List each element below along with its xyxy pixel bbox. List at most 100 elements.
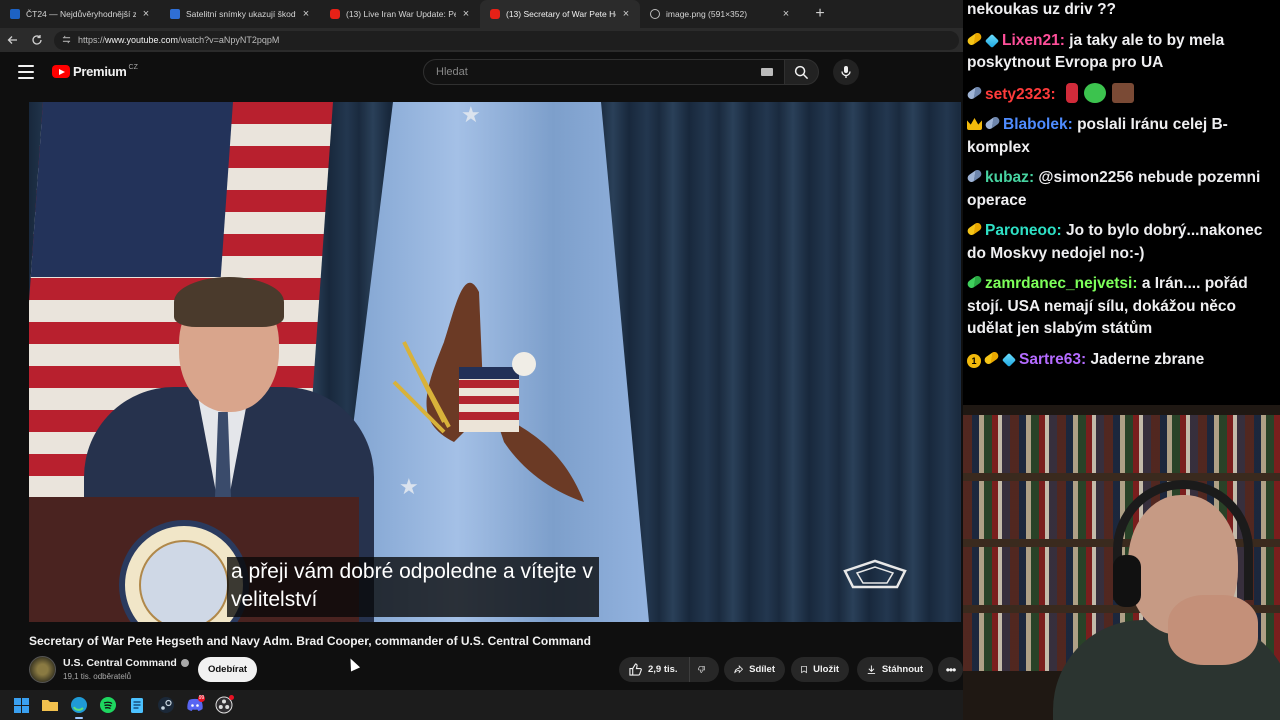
chat-message: 1 Sartre63: Jaderne zbrane: [967, 349, 1276, 372]
obs-icon[interactable]: [213, 694, 235, 716]
channel-avatar[interactable]: [29, 656, 56, 683]
chat-username[interactable]: kubaz: [985, 169, 1029, 186]
share-button[interactable]: Sdílet: [724, 657, 785, 682]
tab-title: (13) Live Iran War Update: Pete He: [346, 9, 456, 19]
browser-tab[interactable]: ČT24 — Nejdůvěryhodnější zpravo ×: [0, 0, 160, 28]
new-tab-button[interactable]: +: [808, 2, 832, 26]
chat-message: sety2323:: [966, 82, 1276, 107]
pill-yellow-badge-icon: [966, 221, 983, 237]
browser-tab[interactable]: image.png (591×352) ×: [640, 0, 800, 28]
chat-message: Lixen21: ja taky ale to by mela poskytno…: [966, 30, 1225, 71]
country-code: CZ: [128, 63, 138, 71]
search-input[interactable]: [423, 59, 785, 85]
close-icon[interactable]: ×: [460, 8, 472, 20]
thumbs-down-icon: [698, 666, 705, 673]
windows-taskbar: 99: [0, 690, 963, 720]
reload-button[interactable]: [26, 29, 48, 51]
file-explorer-icon[interactable]: [39, 694, 61, 716]
close-icon[interactable]: ×: [300, 8, 312, 20]
chat-message: nekoukas uz driv ??: [967, 0, 1276, 22]
back-button[interactable]: [2, 29, 24, 51]
close-icon[interactable]: ×: [140, 8, 152, 20]
chat-message: zamrdanec_nejvetsi: a Irán.... pořád sto…: [966, 274, 1248, 337]
search-button[interactable]: [785, 59, 819, 85]
chat-username[interactable]: zamrdanec_nejvetsi: [985, 275, 1132, 292]
chat-message: kubaz: @simon2256 nebude pozemni operace: [966, 168, 1261, 209]
download-icon: [867, 665, 876, 675]
streamer-webcam: [963, 405, 1280, 720]
chat-message: Paroneoo: Jo to bylo dobrý...nakonec do …: [966, 221, 1263, 262]
tab-title: (13) Secretary of War Pete Hegseth: [506, 9, 616, 19]
url-field[interactable]: https://www.youtube.com/watch?v=aNpyNT2p…: [54, 30, 959, 50]
spotify-icon[interactable]: [97, 694, 119, 716]
mouse-cursor-icon: [345, 656, 361, 672]
keyboard-icon[interactable]: [761, 68, 773, 76]
address-bar-row: https://www.youtube.com/watch?v=aNpyNT2p…: [0, 28, 963, 52]
flag-star: ★: [461, 102, 481, 127]
chat-username[interactable]: Sartre63: [1019, 351, 1081, 368]
message-text: nekoukas uz driv ??: [967, 1, 1117, 18]
url-path: /watch?v=aNpyNT2pqpM: [178, 35, 280, 45]
browser-tab-active[interactable]: (13) Secretary of War Pete Hegseth ×: [480, 0, 640, 28]
subtitle-caption: a přeji vám dobré odpoledne a vítejte v …: [227, 557, 599, 617]
chat-username[interactable]: Lixen21: [1002, 32, 1060, 49]
channel-name: U.S. Central Command: [63, 657, 177, 669]
pill-blue-badge-icon: [966, 84, 983, 101]
dislike-button[interactable]: [689, 657, 719, 682]
video-title: Secretary of War Pete Hegseth and Navy A…: [29, 634, 591, 648]
verified-icon: [180, 659, 189, 667]
pill-yellow-badge-icon: [983, 349, 1000, 366]
edge-icon[interactable]: [68, 694, 90, 719]
thumbs-up-icon: [629, 663, 642, 676]
search-bar: [423, 59, 819, 85]
pill-blue-badge-icon: [984, 115, 1001, 131]
more-icon: •••: [945, 662, 957, 677]
channel-name-link[interactable]: U.S. Central Command: [63, 657, 189, 669]
video-player[interactable]: ★ ★ a přeji vám dobré odpoledne a vítejt…: [29, 102, 961, 622]
pill-blue-badge-icon: [966, 168, 983, 184]
logo-text: Premium: [73, 64, 127, 79]
recording-indicator: [229, 695, 234, 700]
chat-username[interactable]: Blabolek: [1003, 116, 1068, 133]
voice-search-button[interactable]: [833, 59, 859, 85]
stream-chat-panel: nekoukas uz driv ?? Lixen21: ja taky ale…: [963, 0, 1280, 405]
youtube-logo[interactable]: Premium CZ: [52, 64, 138, 79]
browser-tab[interactable]: Satelitní snímky ukazují škody po ú ×: [160, 0, 320, 28]
microphone-icon: [841, 66, 851, 78]
pill-yellow-badge-icon: [966, 30, 983, 47]
like-button[interactable]: 2,9 tis.: [619, 657, 697, 682]
steam-icon[interactable]: [155, 694, 177, 716]
close-icon[interactable]: ×: [620, 8, 632, 20]
screen: { "browser": { "tabs": [ {"title": "ČT24…: [0, 0, 1280, 720]
coin-badge-icon: 1: [967, 353, 981, 368]
chat-username[interactable]: sety2323: [985, 86, 1051, 103]
site-info-icon[interactable]: [62, 35, 72, 46]
notepad-icon[interactable]: [126, 694, 148, 716]
caption-line: a přeji vám dobré odpoledne a vítejte v: [231, 560, 593, 583]
url-scheme: https://: [78, 35, 106, 45]
share-label: Sdílet: [749, 664, 775, 675]
more-actions-button[interactable]: •••: [938, 657, 963, 682]
crown-badge-icon: [967, 118, 982, 130]
hamburger-menu-icon[interactable]: [18, 65, 34, 79]
chat-username[interactable]: Paroneoo: [985, 222, 1056, 239]
discord-icon[interactable]: 99: [184, 694, 206, 716]
tab-title: Satelitní snímky ukazují škody po ú: [186, 9, 296, 19]
url-host: www.youtube.com: [105, 35, 179, 45]
windows-start-icon[interactable]: [10, 694, 32, 716]
download-label: Stáhnout: [881, 664, 923, 675]
bookshelf-books: [963, 415, 1280, 473]
close-icon[interactable]: ×: [780, 8, 792, 20]
browser-tab[interactable]: (13) Live Iran War Update: Pete He ×: [320, 0, 480, 28]
eagle-emblem: [392, 282, 584, 502]
download-button[interactable]: Stáhnout: [857, 657, 933, 682]
subscribe-button[interactable]: Odebírat: [198, 657, 257, 682]
bookshelf-shelf: [963, 473, 1280, 481]
pill-green-badge-icon: [966, 274, 983, 290]
cube-badge-icon: [1001, 352, 1017, 367]
green-face-emote-icon: [1084, 82, 1106, 103]
save-button[interactable]: Uložit: [791, 657, 849, 682]
share-icon: [734, 664, 744, 674]
document-icon: [170, 9, 180, 19]
notification-badge: 99: [198, 695, 205, 702]
